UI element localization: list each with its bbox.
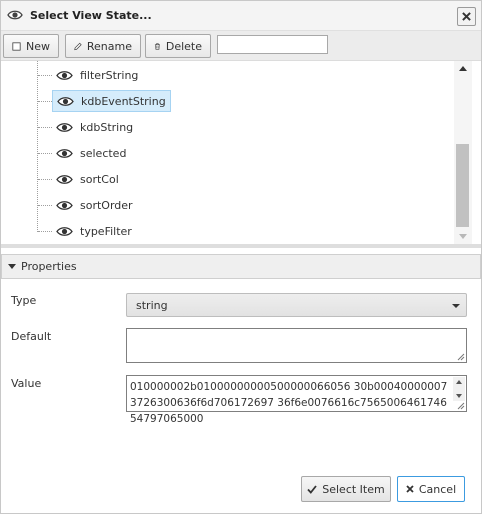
tree-item[interactable]: kdbString bbox=[38, 116, 137, 138]
type-select[interactable]: string bbox=[126, 293, 467, 317]
select-item-button[interactable]: Select Item bbox=[301, 476, 391, 502]
tree-item-label: kdbEventString bbox=[81, 94, 166, 108]
dialog-titlebar: Select View State... bbox=[1, 1, 481, 31]
toolbar: New Rename Delete bbox=[1, 31, 481, 61]
trash-icon bbox=[154, 42, 160, 50]
scroll-up-arrow-icon[interactable] bbox=[456, 380, 462, 384]
tree-item[interactable]: kdbEventString bbox=[38, 90, 171, 112]
delete-button-label: Delete bbox=[165, 39, 202, 53]
cancel-button[interactable]: Cancel bbox=[397, 476, 465, 502]
close-icon bbox=[406, 485, 414, 493]
eye-icon bbox=[56, 148, 73, 158]
value-label: Value bbox=[11, 377, 42, 390]
tree-item-label: kdbString bbox=[80, 120, 134, 134]
new-button[interactable]: New bbox=[3, 34, 59, 58]
eye-icon bbox=[7, 10, 23, 20]
scroll-down-arrow-icon[interactable] bbox=[459, 234, 467, 239]
tree-node-selected[interactable]: kdbEventString bbox=[52, 90, 171, 112]
scroll-up-arrow-icon[interactable] bbox=[459, 66, 467, 71]
tree-node[interactable]: sortCol bbox=[52, 168, 123, 190]
properties-title: Properties bbox=[21, 260, 77, 273]
edit-icon bbox=[74, 42, 82, 50]
value-textarea[interactable]: 010000002b01000000000500000066056 30b000… bbox=[126, 375, 467, 425]
default-label: Default bbox=[11, 330, 52, 343]
tree-item-label: filterString bbox=[80, 68, 139, 82]
scroll-down-arrow-icon[interactable] bbox=[456, 394, 462, 398]
caret-down-icon bbox=[8, 264, 16, 269]
check-icon bbox=[307, 484, 317, 494]
tree-node[interactable]: filterString bbox=[52, 64, 142, 86]
tree-node[interactable]: sortOrder bbox=[52, 194, 137, 216]
eye-icon bbox=[56, 122, 73, 132]
value-scrollbar[interactable] bbox=[453, 377, 465, 401]
scroll-thumb[interactable] bbox=[456, 144, 469, 227]
view-state-tree: filterString kdbEventString kdbString se… bbox=[1, 61, 481, 244]
value-text: 010000002b01000000000500000066056 30b000… bbox=[130, 381, 448, 425]
select-view-state-dialog: Select View State... New Rename Delete f… bbox=[0, 0, 482, 514]
delete-button[interactable]: Delete bbox=[145, 34, 211, 58]
properties-header[interactable]: Properties bbox=[1, 254, 481, 279]
eye-icon bbox=[56, 70, 73, 80]
tree-item[interactable]: filterString bbox=[38, 64, 142, 86]
cancel-label: Cancel bbox=[418, 482, 457, 496]
tree-node[interactable]: selected bbox=[52, 142, 130, 164]
dialog-title: Select View State... bbox=[30, 9, 152, 22]
resize-grip-icon[interactable] bbox=[457, 402, 465, 410]
resize-grip-icon[interactable] bbox=[457, 353, 465, 361]
close-icon bbox=[462, 12, 471, 21]
rename-button-label: Rename bbox=[86, 39, 132, 53]
default-textarea[interactable] bbox=[126, 328, 467, 363]
select-item-label: Select Item bbox=[322, 482, 385, 496]
close-button[interactable] bbox=[457, 7, 476, 26]
rename-button[interactable]: Rename bbox=[65, 34, 141, 58]
splitter[interactable] bbox=[1, 244, 481, 248]
tree-item[interactable]: sortCol bbox=[38, 168, 123, 190]
type-select-value: string bbox=[136, 298, 168, 312]
eye-icon bbox=[56, 174, 73, 184]
new-button-label: New bbox=[26, 39, 50, 53]
search-input[interactable] bbox=[217, 35, 328, 54]
tree-item[interactable]: typeFilter bbox=[38, 220, 136, 242]
tree-item-label: selected bbox=[80, 146, 127, 160]
tree-item[interactable]: selected bbox=[38, 142, 130, 164]
tree-item-label: sortCol bbox=[80, 172, 119, 186]
eye-icon bbox=[57, 96, 74, 106]
dropdown-arrow-icon bbox=[452, 304, 460, 308]
type-label: Type bbox=[11, 294, 37, 307]
eye-icon bbox=[56, 200, 73, 210]
tree-item-label: typeFilter bbox=[80, 224, 132, 238]
eye-icon bbox=[56, 226, 73, 236]
tree-item-label: sortOrder bbox=[80, 198, 133, 212]
tree-scrollbar[interactable] bbox=[454, 61, 472, 244]
tree-item[interactable]: sortOrder bbox=[38, 194, 137, 216]
tree-node[interactable]: typeFilter bbox=[52, 220, 136, 242]
tree-node[interactable]: kdbString bbox=[52, 116, 137, 138]
new-file-icon bbox=[12, 41, 21, 51]
